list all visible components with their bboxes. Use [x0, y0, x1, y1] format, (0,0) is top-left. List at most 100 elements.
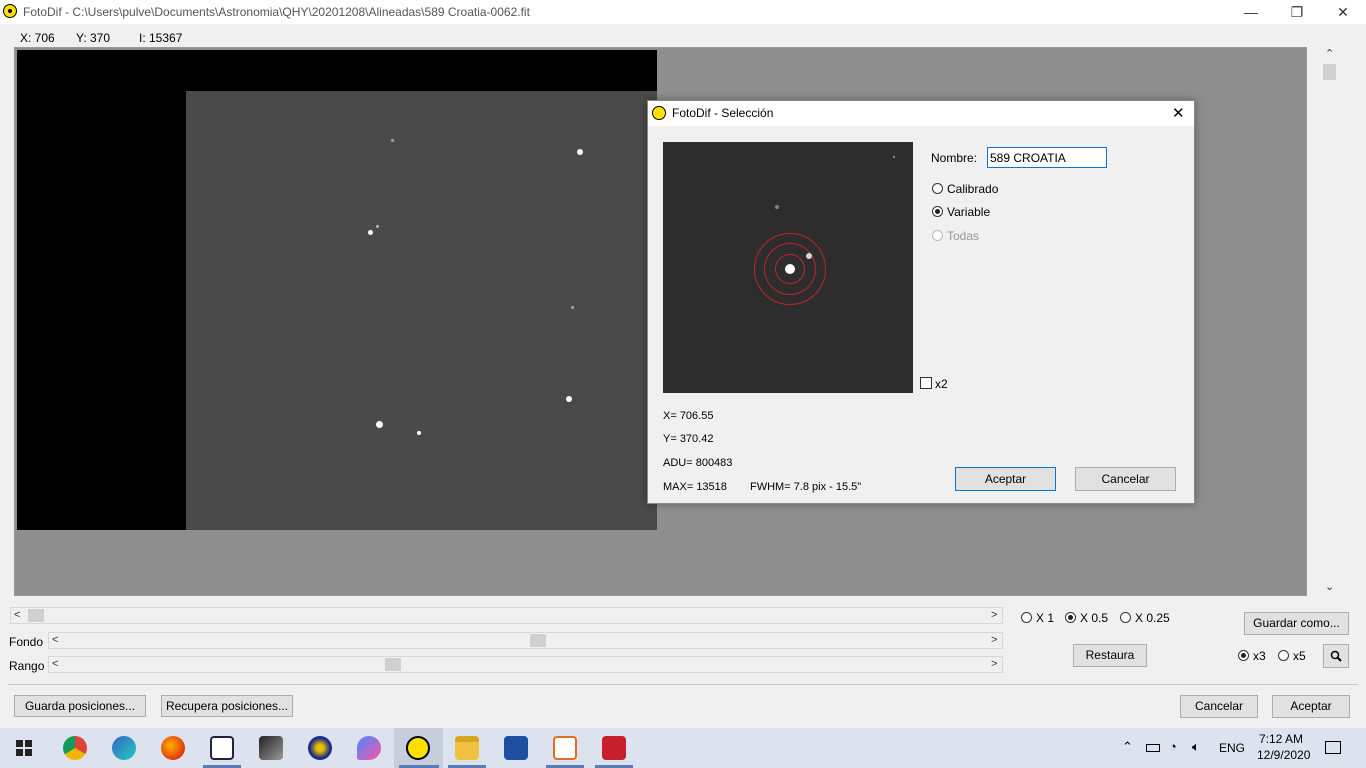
- firefox-icon[interactable]: [161, 736, 185, 760]
- magnify-x3-label: x3: [1253, 649, 1266, 663]
- star: [417, 431, 421, 435]
- slider-left-icon[interactable]: <: [52, 634, 58, 646]
- cursor-y-readout: Y: 370: [76, 31, 111, 45]
- scroll-down-icon[interactable]: ⌄: [1325, 580, 1334, 593]
- clock-date[interactable]: 12/9/2020: [1257, 748, 1310, 762]
- fondo-slider-thumb[interactable]: [530, 634, 547, 647]
- magnify-x5-label: x5: [1293, 649, 1306, 663]
- slider-right-icon[interactable]: >: [991, 658, 997, 670]
- x2-checkbox[interactable]: [920, 377, 932, 389]
- zoom-x05-radio[interactable]: [1065, 612, 1076, 623]
- clock-time[interactable]: 7:12 AM: [1259, 732, 1303, 746]
- scroll-right-icon[interactable]: >: [991, 609, 997, 621]
- dialog-accept-button[interactable]: Aceptar: [955, 467, 1056, 491]
- star: [391, 139, 394, 142]
- variable-label: Variable: [947, 205, 991, 219]
- dialog-cancel-button[interactable]: Cancelar: [1075, 467, 1176, 491]
- intensity-readout: I: 15367: [139, 31, 183, 45]
- scroll-up-icon[interactable]: ⌃: [1325, 47, 1334, 60]
- guardar-como-button[interactable]: Guardar como...: [1244, 612, 1349, 635]
- app-icon-2[interactable]: [259, 736, 283, 760]
- magnify-x5-radio[interactable]: [1278, 650, 1289, 661]
- nombre-label: Nombre:: [931, 151, 978, 165]
- star: [775, 205, 779, 209]
- nombre-input[interactable]: [987, 147, 1107, 168]
- fondo-slider[interactable]: < >: [48, 632, 1003, 649]
- variable-radio[interactable]: [932, 206, 943, 217]
- language-indicator[interactable]: ENG: [1219, 741, 1245, 755]
- main-accept-button[interactable]: Aceptar: [1272, 695, 1350, 718]
- restaura-button[interactable]: Restaura: [1073, 644, 1147, 667]
- star-x-value: X= 706.55: [663, 410, 714, 422]
- app-icon-4[interactable]: [357, 736, 381, 760]
- calibrado-label: Calibrado: [947, 182, 999, 196]
- star: [566, 396, 572, 402]
- slider-left-icon[interactable]: <: [52, 658, 58, 670]
- tray-chevron-up-icon[interactable]: ⌃: [1122, 739, 1133, 755]
- close-button[interactable]: ✕: [1320, 0, 1366, 24]
- fotodif-app-icon: [652, 106, 666, 120]
- star: [376, 225, 379, 228]
- vertical-scrollbar[interactable]: ⌃ ⌄: [1321, 47, 1338, 596]
- horizontal-scroll-thumb[interactable]: [28, 609, 44, 622]
- chrome-icon[interactable]: [63, 736, 87, 760]
- selection-dialog[interactable]: FotoDif - Selección ✕ Nombre: Calibrado …: [647, 100, 1195, 504]
- title-bar: FotoDif - C:\Users\pulve\Documents\Astro…: [0, 0, 1366, 24]
- edge-icon[interactable]: [112, 736, 136, 760]
- vertical-scroll-thumb[interactable]: [1323, 64, 1336, 80]
- scroll-left-icon[interactable]: <: [14, 609, 20, 621]
- file-explorer-icon[interactable]: [455, 736, 479, 760]
- app-icon-1[interactable]: [210, 736, 234, 760]
- save-app-icon[interactable]: [504, 736, 528, 760]
- guarda-posiciones-button[interactable]: Guarda posiciones...: [14, 695, 146, 717]
- windows-start-icon[interactable]: [16, 740, 32, 756]
- star: [893, 156, 895, 158]
- magnifier-icon: [1330, 650, 1342, 662]
- star-y-value: Y= 370.42: [663, 433, 714, 445]
- restore-button[interactable]: ❐: [1274, 0, 1320, 24]
- zoom-x1-label: X 1: [1036, 611, 1055, 625]
- main-cancel-button[interactable]: Cancelar: [1180, 695, 1258, 718]
- fondo-label: Fondo: [9, 635, 44, 649]
- star-preview-image[interactable]: [663, 142, 913, 393]
- volume-icon[interactable]: 🔈︎: [1192, 739, 1200, 755]
- battery-icon[interactable]: [1146, 744, 1160, 752]
- java-icon[interactable]: [553, 736, 577, 760]
- star: [577, 149, 583, 155]
- zoom-x025-radio[interactable]: [1120, 612, 1131, 623]
- magnifier-button[interactable]: [1323, 644, 1349, 668]
- fotodif-app-icon: [3, 4, 17, 18]
- image-horizontal-scrollbar[interactable]: < >: [10, 607, 1003, 624]
- camera-app-icon[interactable]: [602, 736, 626, 760]
- zoom-x025-label: X 0.25: [1135, 611, 1170, 625]
- zoom-x05-label: X 0.5: [1080, 611, 1109, 625]
- minimize-button[interactable]: —: [1228, 0, 1274, 24]
- notifications-icon[interactable]: [1325, 741, 1341, 754]
- dialog-close-button[interactable]: ✕: [1172, 104, 1185, 122]
- star: [368, 230, 373, 235]
- slider-right-icon[interactable]: >: [991, 634, 997, 646]
- fwhm-value: FWHM= 7.8 pix - 15.5": [750, 481, 862, 493]
- star-field-image[interactable]: [186, 91, 657, 530]
- rango-slider[interactable]: < >: [48, 656, 1003, 673]
- app-icon-3[interactable]: [308, 736, 332, 760]
- recupera-posiciones-button[interactable]: Recupera posiciones...: [161, 695, 293, 717]
- zoom-x1-radio[interactable]: [1021, 612, 1032, 623]
- adu-value: ADU= 800483: [663, 457, 733, 469]
- x2-label: x2: [935, 377, 948, 391]
- wifi-icon[interactable]: ◔: [1169, 739, 1177, 754]
- window-title: FotoDif - C:\Users\pulve\Documents\Astro…: [23, 5, 530, 19]
- target-star: [785, 264, 795, 274]
- max-value: MAX= 13518: [663, 481, 727, 493]
- magnify-x3-radio[interactable]: [1238, 650, 1249, 661]
- star: [571, 306, 574, 309]
- divider: [8, 684, 1358, 685]
- taskbar: ⌃ ◔ 🔈︎ ENG 7:12 AM 12/9/2020: [0, 728, 1366, 768]
- todas-radio[interactable]: [932, 230, 943, 241]
- dialog-title: FotoDif - Selección: [672, 106, 774, 120]
- star: [806, 253, 812, 259]
- rango-slider-thumb[interactable]: [384, 658, 401, 671]
- fotodif-icon[interactable]: [406, 736, 430, 760]
- rango-label: Rango: [9, 659, 45, 673]
- calibrado-radio[interactable]: [932, 183, 943, 194]
